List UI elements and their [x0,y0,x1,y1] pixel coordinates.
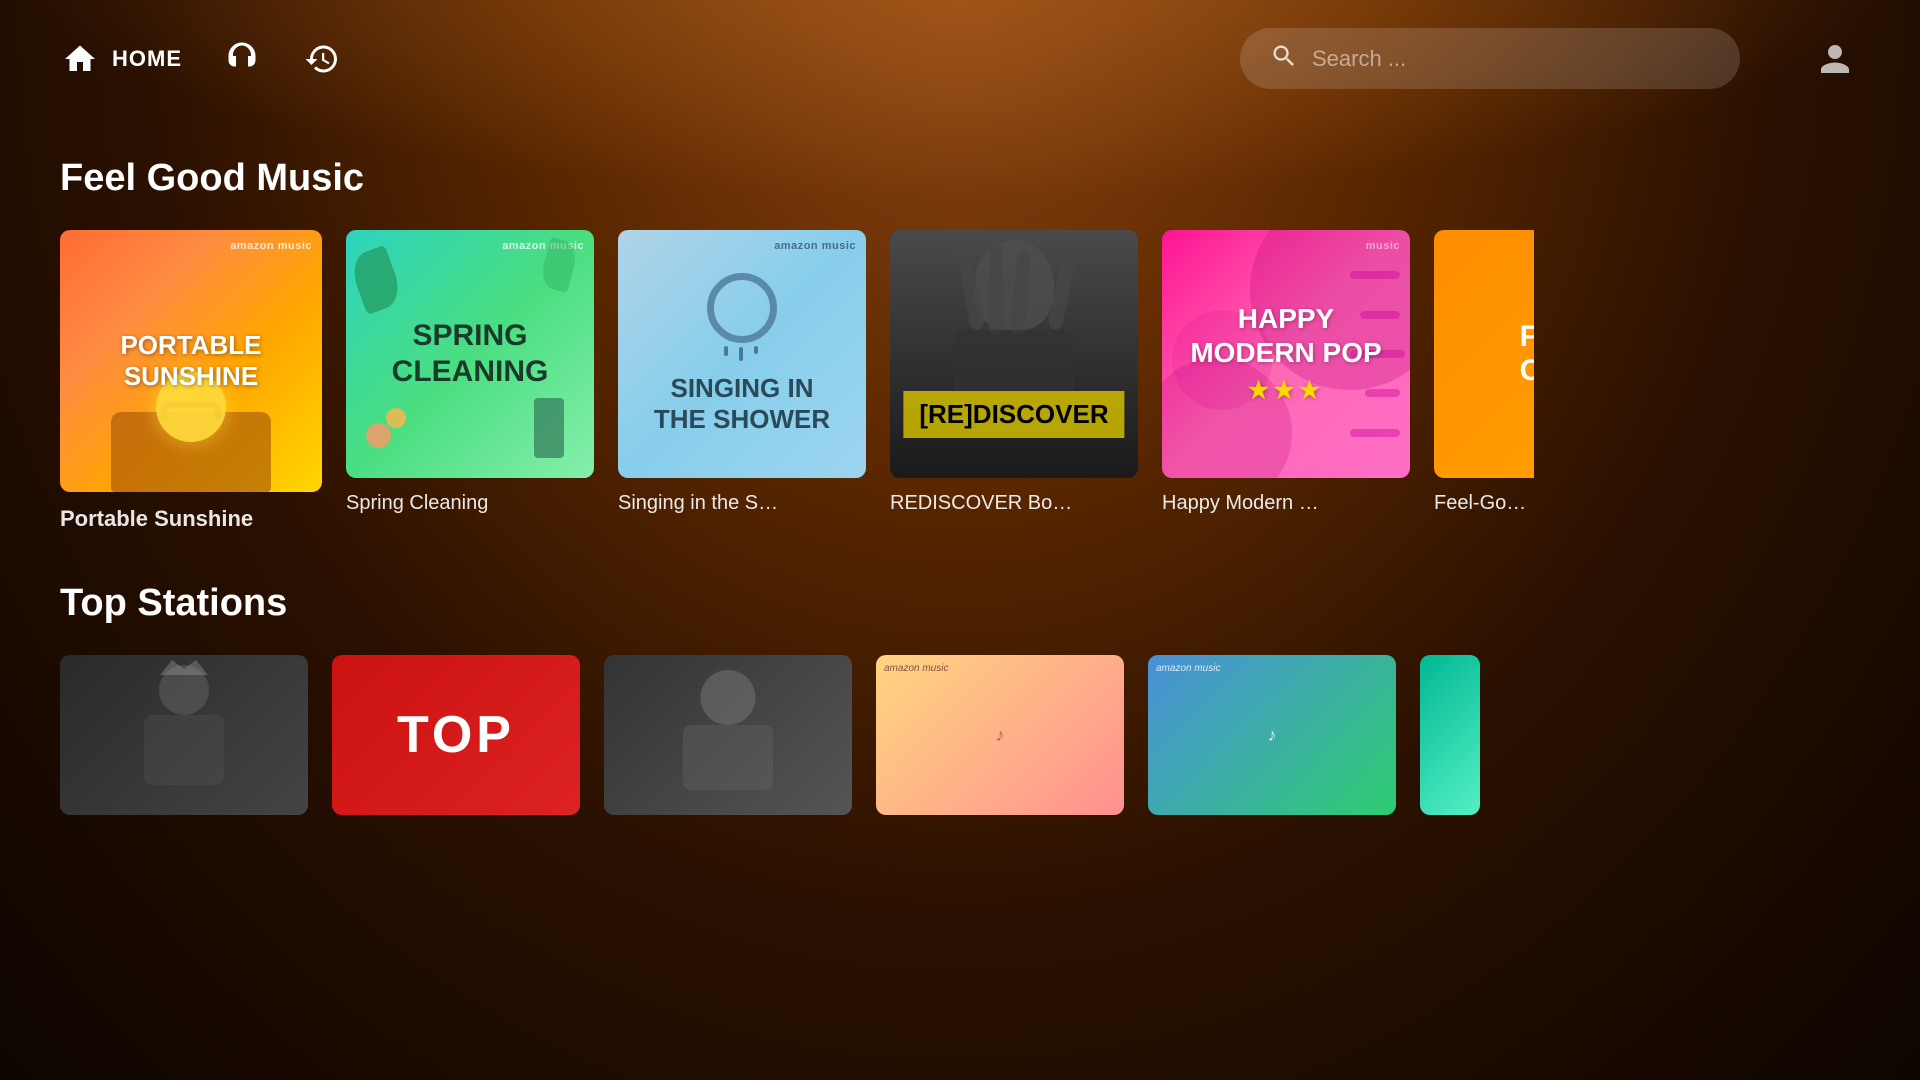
feel-good-cards-row: amazon music PORTABLESUNSHINE Portable S… [60,230,1860,532]
station-cards-row: TOP amazon music ♪ amazon music ♪ [60,655,1860,815]
feel-good-section: Feel Good Music amazon music PORTABLESUN… [0,157,1920,532]
feel-good-title: Feel Good Music [60,157,1860,200]
history-icon [302,39,342,79]
top-station-label: TOP [397,705,515,765]
card-label-rediscover: REDISCOVER Bo… [890,492,1138,515]
search-input[interactable] [1312,46,1710,72]
amazon-music-badge: amazon music [230,240,312,252]
top-stations-section: Top Stations TOP amazon music [0,582,1920,815]
card-label-shower: Singing in the S… [618,492,866,515]
nav-home[interactable]: HOME [60,39,182,79]
feel-good-partial-label: FEELCO... [1520,320,1534,388]
card-feel-good[interactable]: amazon music FEELCO... Feel-Go… [1434,230,1534,532]
card-label-feelgood: Feel-Go… [1434,492,1534,515]
am-badge-4: amazon music [884,663,948,674]
home-icon [60,39,100,79]
am-badge-5: amazon music [1156,663,1220,674]
card-singing-shower[interactable]: amazon music SINGING INTHE SHOWER [618,230,866,532]
station-card-4[interactable]: amazon music ♪ [876,655,1124,815]
user-icon[interactable] [1810,34,1860,84]
nav-history[interactable] [302,39,342,79]
headphones-icon [222,39,262,79]
card-portable-sunshine[interactable]: amazon music PORTABLESUNSHINE Portable S… [60,230,322,532]
card-spring-cleaning[interactable]: amazon music SPRINGCLEANING [346,230,594,532]
station-card-3[interactable] [604,655,852,815]
nav-headphones[interactable] [222,39,262,79]
top-stations-title: Top Stations [60,582,1860,625]
card-happy-modern-pop[interactable]: music [1162,230,1410,532]
stars-rating: ★★★ [1190,377,1381,406]
rediscover-banner: [RE]DISCOVER [903,391,1124,438]
amazon-music-badge-3: amazon music [774,240,856,252]
nav-left: HOME [60,39,342,79]
search-icon [1270,42,1298,75]
card-label-spring: Spring Cleaning [346,492,594,515]
station-card-1[interactable] [60,655,308,815]
station-card-6[interactable] [1420,655,1480,815]
search-bar[interactable] [1240,28,1740,89]
header: HOME [0,0,1920,117]
station-card-5[interactable]: amazon music ♪ [1148,655,1396,815]
card-label-portable: Portable Sunshine [60,506,322,532]
card-rediscover[interactable]: amazon music [RE]DISCOVER [890,230,1138,532]
station-card-2[interactable]: TOP [332,655,580,815]
home-label: HOME [112,46,182,72]
card-label-modern: Happy Modern … [1162,492,1410,515]
